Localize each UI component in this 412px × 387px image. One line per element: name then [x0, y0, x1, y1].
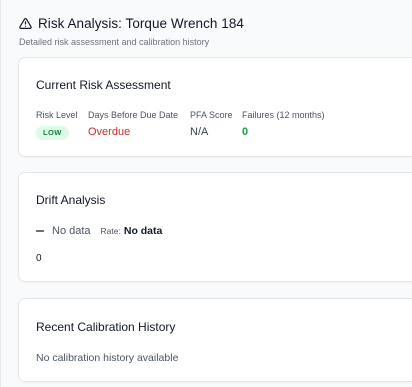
metric-label: Days Before Due Date [88, 110, 179, 120]
risk-metrics: Risk Level LOW Days Before Due Date Over… [36, 109, 332, 140]
calibration-history-card: Recent Calibration History No calibratio… [18, 298, 412, 382]
current-risk-card: Current Risk Assessment Risk Level LOW D… [18, 57, 412, 157]
drift-value: 0 [36, 253, 42, 264]
rate-value: No data [123, 225, 163, 237]
metric-days-before-due: Days Before Due Date Overdue [88, 109, 190, 139]
failures-value: 0 [242, 126, 249, 138]
panel-header: Risk Analysis: Torque Wrench 184 Detaile… [19, 13, 399, 48]
metric-pfa-score: PFA Score N/A [190, 109, 242, 139]
risk-analysis-panel: Risk Analysis: Torque Wrench 184 Detaile… [0, 0, 412, 387]
metric-label: PFA Score [190, 110, 233, 120]
title-row: Risk Analysis: Torque Wrench 184 [19, 13, 399, 33]
metric-failures: Failures (12 months) 0 [242, 109, 332, 139]
risk-level-badge: LOW [36, 126, 69, 140]
page-subtitle: Detailed risk assessment and calibration… [19, 37, 210, 47]
metric-label: Risk Level [36, 110, 78, 120]
metric-label: Failures (12 months) [242, 110, 325, 120]
alert-triangle-icon [19, 17, 32, 30]
days-before-due-value: Overdue [88, 126, 131, 138]
drift-analysis-title: Drift Analysis [36, 193, 106, 207]
drift-trend-text: No data [52, 225, 91, 237]
current-risk-title: Current Risk Assessment [36, 78, 171, 92]
page-title: Risk Analysis: Torque Wrench 184 [38, 15, 244, 31]
calibration-history-title: Recent Calibration History [36, 320, 176, 334]
pfa-score-value: N/A [190, 126, 209, 138]
metric-risk-level: Risk Level LOW [36, 109, 88, 140]
minus-icon [36, 230, 44, 232]
history-empty-message: No calibration history available [36, 352, 179, 364]
drift-analysis-card: Drift Analysis No data Rate: No data 0 [18, 172, 412, 282]
rate-label: Rate: [100, 226, 121, 236]
drift-trend-row: No data Rate: No data [36, 225, 162, 237]
